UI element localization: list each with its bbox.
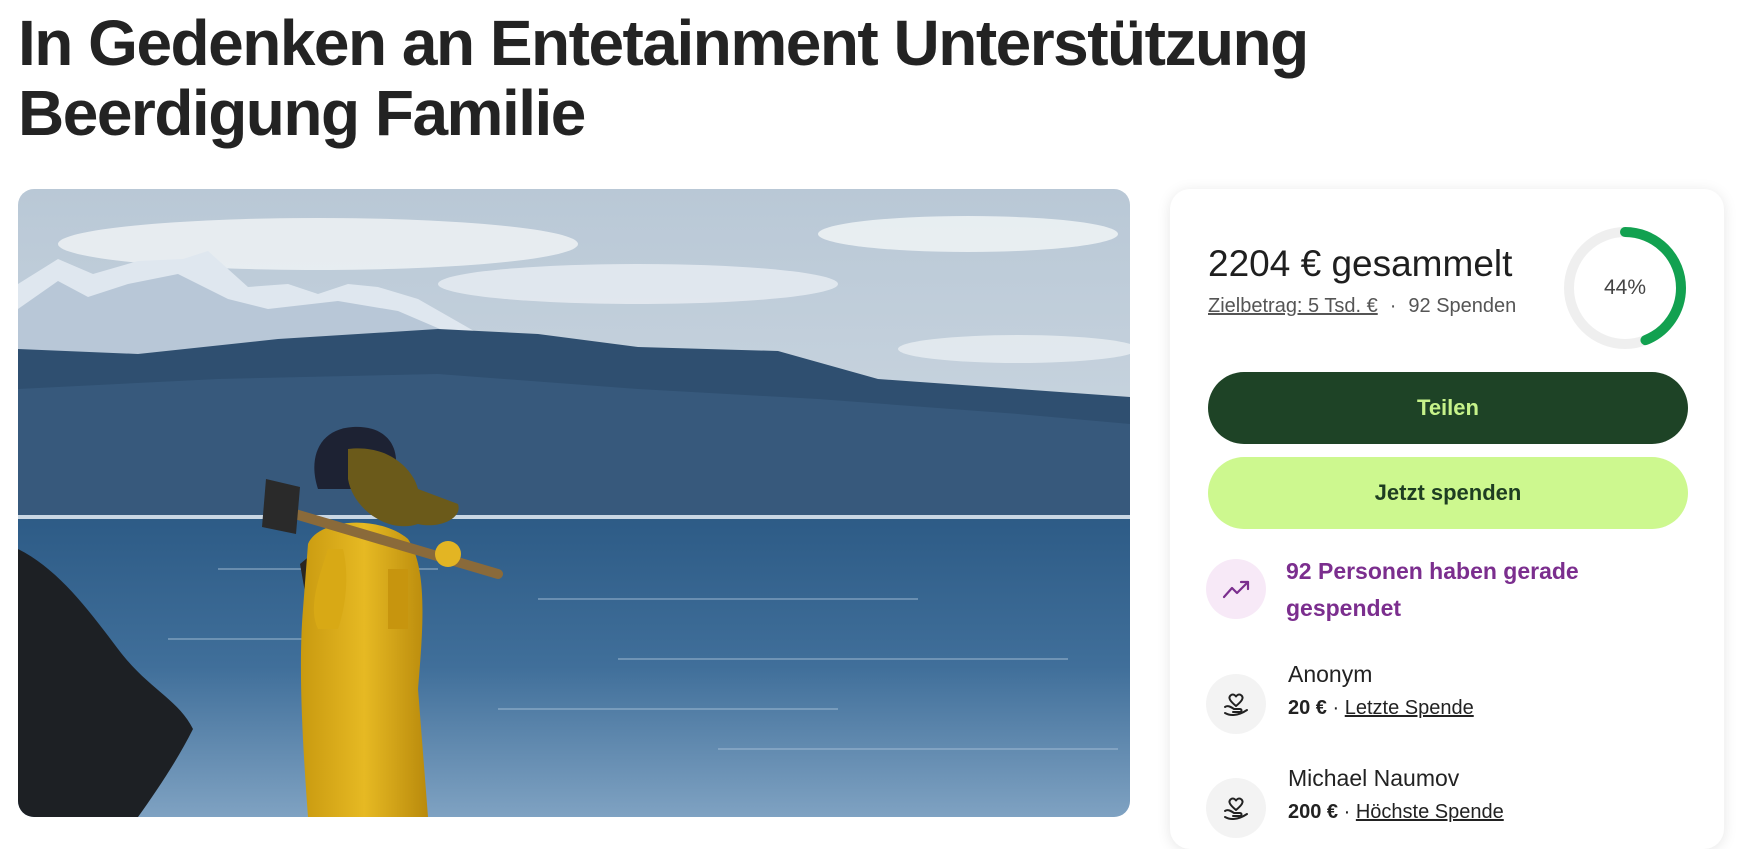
share-button[interactable]: Teilen [1208,372,1688,444]
trending-up-icon [1206,559,1266,619]
progress-ring: 44% [1562,225,1688,351]
donor-separator: · [1332,697,1340,719]
top-donation-link[interactable]: Höchste Spende [1356,801,1504,823]
campaign-hero-image[interactable] [18,189,1130,817]
heart-hand-icon [1206,674,1266,734]
page-title: In Gedenken an Entetainment Unterstützun… [18,7,1309,149]
heart-hand-icon [1206,778,1266,838]
raised-amount: 2204 € [1208,243,1322,284]
donor-name: Michael Naumov [1288,765,1460,791]
donor-amount: 200 € [1288,801,1339,823]
donor-separator: · [1343,801,1351,823]
donor-details: 20 € · Letzte Spende [1288,697,1474,720]
donor-details: 200 € · Höchste Spende [1288,801,1504,824]
amount-raised: 2204 € gesammelt [1208,243,1512,285]
raised-label: gesammelt [1331,243,1513,284]
donation-count: 92 Spenden [1408,295,1517,317]
donor-amount: 20 € [1288,697,1327,719]
meta-separator: · [1389,295,1397,317]
campaign-meta: Zielbetrag: 5 Tsd. € · 92 Spenden [1208,295,1516,318]
latest-donation-link[interactable]: Letzte Spende [1345,697,1474,719]
progress-percent: 44% [1603,276,1647,299]
donate-now-button[interactable]: Jetzt spenden [1208,457,1688,529]
donation-card: 2204 € gesammelt Zielbetrag: 5 Tsd. € · 92… [1170,189,1724,849]
goal-link[interactable]: Zielbetrag: 5 Tsd. € [1208,295,1378,317]
lake-mountain-photo [18,189,1130,817]
donor-name: Anonym [1288,661,1373,687]
recent-donations-notice: 92 Personen haben gerade gespendet [1286,558,1579,621]
